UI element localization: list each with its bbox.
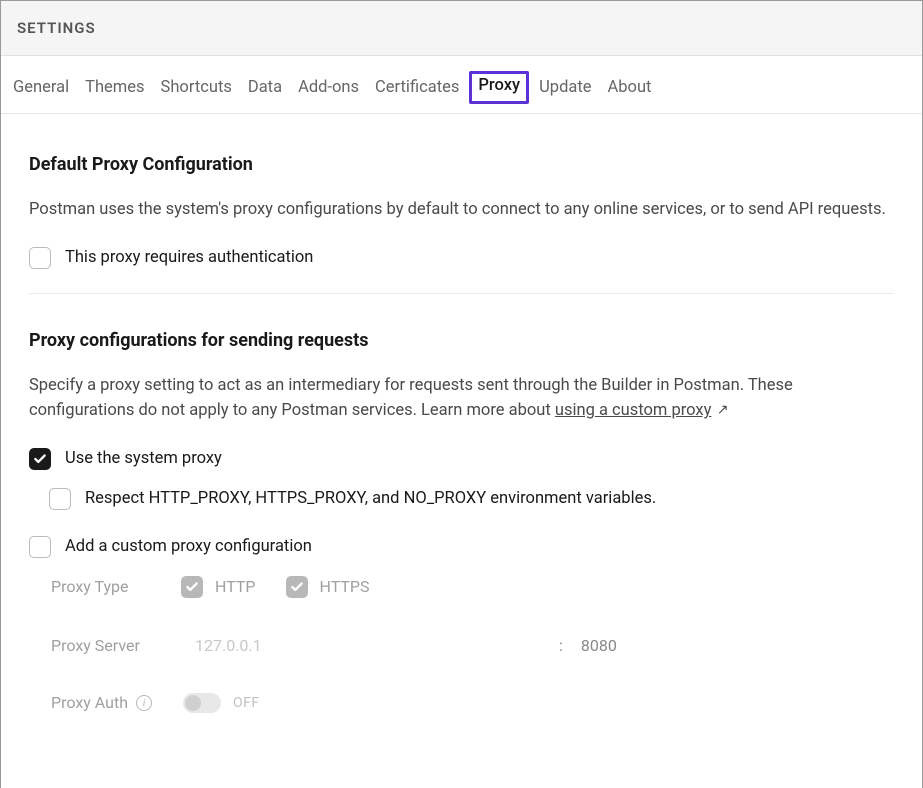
use-system-proxy-label: Use the system proxy	[65, 449, 222, 468]
proxy-port-value[interactable]: 8080	[581, 636, 617, 655]
proxy-type-http-label: HTTP	[215, 577, 256, 596]
proxy-type-https-checkbox[interactable]	[286, 576, 308, 598]
check-icon	[185, 580, 199, 594]
proxy-auth-label: Proxy Auth	[51, 693, 128, 712]
use-system-proxy-row: Use the system proxy	[29, 448, 894, 470]
proxy-server-input[interactable]	[181, 626, 541, 665]
proxy-server-label: Proxy Server	[51, 636, 181, 655]
use-system-proxy-checkbox[interactable]	[29, 448, 51, 470]
send-requests-title: Proxy configurations for sending request…	[29, 330, 894, 351]
tab-addons[interactable]: Add-ons	[298, 76, 359, 99]
send-requests-desc: Specify a proxy setting to act as an int…	[29, 373, 894, 424]
proxy-auth-toggle-label: OFF	[233, 695, 260, 711]
add-custom-proxy-label: Add a custom proxy configuration	[65, 537, 312, 556]
proxy-auth-row: Proxy Auth i OFF	[51, 693, 894, 713]
respect-env-label: Respect HTTP_PROXY, HTTPS_PROXY, and NO_…	[85, 489, 656, 508]
default-proxy-desc: Postman uses the system's proxy configur…	[29, 197, 894, 223]
default-proxy-title: Default Proxy Configuration	[29, 154, 894, 175]
proxy-auth-toggle[interactable]	[183, 693, 221, 713]
tab-update[interactable]: Update	[539, 76, 591, 99]
proxy-type-http: HTTP	[181, 576, 256, 598]
auth-required-row: This proxy requires authentication	[29, 247, 894, 269]
add-custom-proxy-checkbox[interactable]	[29, 536, 51, 558]
tab-data[interactable]: Data	[248, 76, 282, 99]
respect-env-row: Respect HTTP_PROXY, HTTPS_PROXY, and NO_…	[49, 488, 894, 510]
tab-certificates[interactable]: Certificates	[375, 76, 459, 99]
external-link-icon: ↗	[713, 402, 728, 418]
tab-general[interactable]: General	[13, 76, 69, 99]
server-port-separator: :	[541, 636, 581, 655]
proxy-type-label: Proxy Type	[51, 577, 181, 596]
proxy-type-https-label: HTTPS	[320, 577, 370, 596]
proxy-type-https: HTTPS	[286, 576, 370, 598]
tab-shortcuts[interactable]: Shortcuts	[161, 76, 232, 99]
respect-env-checkbox[interactable]	[49, 488, 71, 510]
check-icon	[290, 580, 304, 594]
proxy-type-options: HTTP HTTPS	[181, 576, 370, 598]
settings-tabs: General Themes Shortcuts Data Add-ons Ce…	[1, 56, 922, 114]
proxy-auth-label-wrap: Proxy Auth i	[51, 693, 181, 712]
check-icon	[33, 452, 47, 466]
info-icon[interactable]: i	[136, 695, 152, 711]
custom-proxy-link[interactable]: using a custom proxy	[555, 401, 712, 420]
custom-proxy-link-text: using a custom proxy	[555, 401, 712, 420]
page-title: SETTINGS	[17, 19, 906, 37]
proxy-server-row: Proxy Server : 8080	[51, 626, 894, 665]
add-custom-proxy-row: Add a custom proxy configuration	[29, 536, 894, 558]
proxy-type-row: Proxy Type HTTP HTTPS	[51, 576, 894, 598]
toggle-knob	[185, 695, 201, 711]
proxy-auth-toggle-wrap: OFF	[183, 693, 260, 713]
tab-themes[interactable]: Themes	[85, 76, 144, 99]
settings-content: Default Proxy Configuration Postman uses…	[1, 114, 922, 713]
proxy-type-http-checkbox[interactable]	[181, 576, 203, 598]
tab-about[interactable]: About	[608, 76, 652, 99]
auth-required-label: This proxy requires authentication	[65, 248, 313, 267]
tab-proxy[interactable]: Proxy	[469, 71, 529, 104]
auth-required-checkbox[interactable]	[29, 247, 51, 269]
settings-header: SETTINGS	[1, 1, 922, 56]
section-divider	[29, 293, 894, 294]
